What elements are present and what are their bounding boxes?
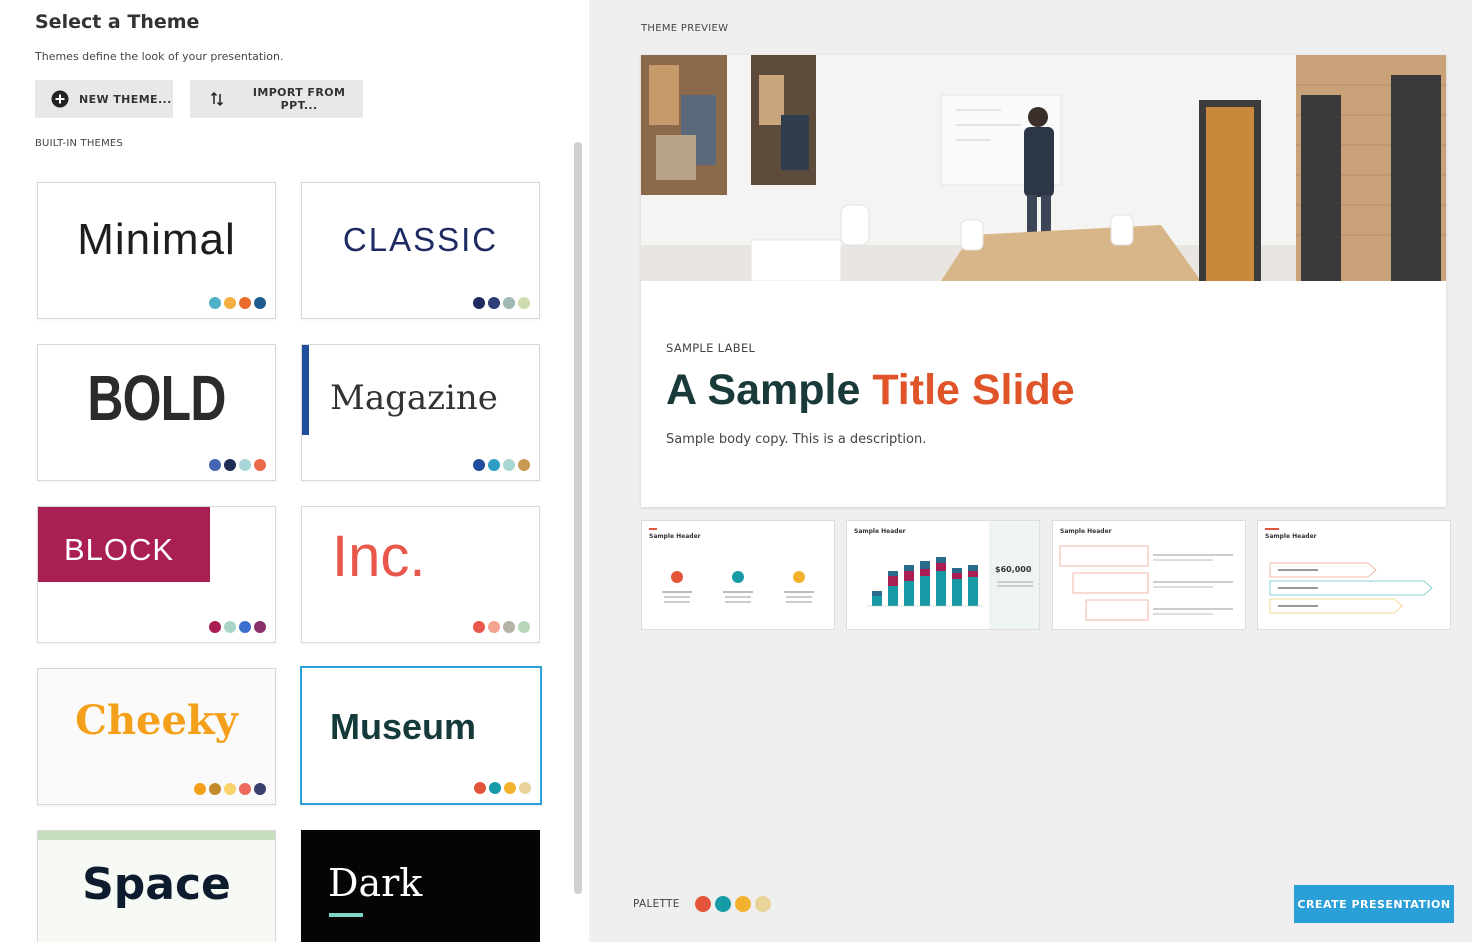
theme-palette [209, 459, 266, 471]
create-presentation-button[interactable]: CREATE PRESENTATION [1294, 885, 1454, 923]
new-theme-label: NEW THEME... [79, 92, 172, 106]
palette-dot [473, 459, 485, 471]
slide-title-main: A Sample [666, 366, 873, 414]
import-ppt-label: IMPORT FROM PPT... [252, 86, 346, 112]
palette-dot [209, 783, 221, 795]
theme-palette [473, 459, 530, 471]
theme-card-minimal[interactable]: Minimal [37, 182, 276, 319]
slide-thumbnail-arrows[interactable]: Sample Header [1257, 520, 1451, 630]
palette-swatch [755, 896, 771, 912]
slide-title-accent: Title Slide [872, 366, 1075, 414]
import-arrows-icon [208, 90, 225, 108]
palette-dot [224, 297, 236, 309]
palette-dot [518, 459, 530, 471]
plus-circle-icon [51, 90, 69, 108]
theme-card-block[interactable]: BLOCK [37, 506, 276, 643]
theme-name: CLASSIC [342, 221, 499, 258]
palette-dot [224, 783, 236, 795]
slide-thumbnail-process[interactable]: Sample Header [1052, 520, 1246, 630]
slide-sample-label: SAMPLE LABEL [666, 341, 756, 355]
title-slide-preview: SAMPLE LABEL A Sample Title Slide Sample… [641, 55, 1446, 507]
accent-bar [302, 345, 309, 435]
palette-dot [503, 621, 515, 633]
theme-name: Minimal [77, 215, 236, 264]
theme-card-inc[interactable]: Inc. [301, 506, 540, 643]
theme-name: BOLD [87, 362, 226, 434]
theme-preview-label: THEME PREVIEW [641, 23, 729, 34]
palette-dot [254, 783, 266, 795]
theme-name: Magazine [330, 378, 498, 418]
panel-subtitle: Themes define the look of your presentat… [35, 50, 284, 63]
theme-name: BLOCK [64, 532, 175, 567]
theme-sidebar: Select a Theme Themes define the look of… [0, 0, 589, 942]
palette-swatch [695, 896, 711, 912]
palette-dot [224, 459, 236, 471]
theme-palette [473, 297, 530, 309]
theme-card-magazine[interactable]: Magazine [301, 344, 540, 481]
palette-dot [488, 459, 500, 471]
new-theme-button[interactable]: NEW THEME... [35, 80, 173, 118]
import-ppt-button[interactable]: IMPORT FROM PPT... [190, 80, 363, 118]
slide-body-copy: Sample body copy. This is a description. [666, 432, 927, 447]
theme-card-classic[interactable]: CLASSIC [301, 182, 540, 319]
theme-preview-panel: THEME PREVIEW SAMPLE LABEL A Sample Titl… [589, 0, 1472, 942]
palette-dot [473, 621, 485, 633]
theme-card-bold[interactable]: BOLD [37, 344, 276, 481]
palette-swatch [715, 896, 731, 912]
dark-underline [329, 913, 363, 917]
selected-theme-palette [695, 896, 771, 912]
theme-name: Space [82, 859, 231, 910]
thumbnail-value: $60,000 [995, 565, 1032, 574]
palette-dot [488, 297, 500, 309]
palette-dot [224, 621, 236, 633]
palette-dot [254, 297, 266, 309]
palette-dot [503, 459, 515, 471]
palette-dot [194, 783, 206, 795]
theme-list-scrollbar[interactable] [574, 142, 582, 894]
office-photo [641, 55, 1446, 281]
palette-label: PALETTE [633, 898, 680, 910]
theme-palette [209, 621, 266, 633]
theme-name: Dark [328, 861, 423, 905]
palette-dot [488, 621, 500, 633]
palette-dot [254, 621, 266, 633]
palette-swatch [735, 896, 751, 912]
theme-name: Cheeky [75, 697, 238, 744]
palette-dot [239, 297, 251, 309]
palette-dot [209, 621, 221, 633]
palette-dot [519, 782, 531, 794]
palette-dot [503, 297, 515, 309]
palette-dot [518, 621, 530, 633]
theme-palette [209, 297, 266, 309]
space-top-strip [38, 831, 275, 840]
theme-name: Museum [330, 706, 477, 747]
palette-dot [239, 459, 251, 471]
palette-dot [254, 459, 266, 471]
theme-card-space[interactable]: Space [37, 830, 276, 942]
palette-dot [209, 297, 221, 309]
theme-palette [473, 621, 530, 633]
palette-dot [474, 782, 486, 794]
slide-thumbnail-chart[interactable]: Sample Header $60,000 [846, 520, 1040, 630]
scrollbar-thumb[interactable] [574, 142, 582, 894]
built-in-themes-label: BUILT-IN THEMES [35, 138, 123, 149]
palette-dot [473, 297, 485, 309]
palette-dot [489, 782, 501, 794]
theme-name: Inc. [332, 524, 426, 589]
theme-card-cheeky[interactable]: Cheeky [37, 668, 276, 805]
theme-card-museum[interactable]: Museum [300, 666, 542, 805]
theme-card-dark[interactable]: Dark [301, 830, 540, 942]
theme-palette [194, 783, 266, 795]
palette-dot [518, 297, 530, 309]
theme-palette [474, 782, 531, 794]
slide-title: A Sample Title Slide [666, 366, 1075, 415]
palette-dot [239, 621, 251, 633]
panel-title: Select a Theme [35, 11, 200, 33]
palette-dot [239, 783, 251, 795]
slide-thumbnail-icons[interactable]: Sample Header [641, 520, 835, 630]
palette-dot [209, 459, 221, 471]
palette-dot [504, 782, 516, 794]
